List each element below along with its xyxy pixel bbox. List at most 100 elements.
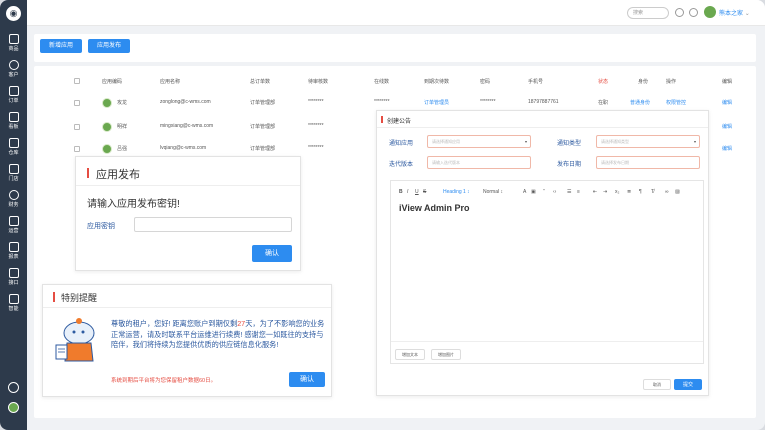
code-icon[interactable]: ‹›	[553, 189, 556, 195]
row-checkbox[interactable]	[74, 100, 80, 106]
date-label: 发布日期	[557, 162, 582, 168]
col-header: 待审核数	[308, 79, 329, 85]
sidebar-item-reports[interactable]: 报表	[0, 240, 27, 266]
board-icon	[8, 112, 19, 122]
chevron-down-icon: ⌄	[744, 11, 750, 17]
version-input[interactable]: 请输入迭代版本	[427, 156, 531, 169]
github-logo-icon[interactable]: ◉	[6, 6, 21, 21]
bold-icon[interactable]: B	[399, 189, 403, 195]
sidebar-item-finance[interactable]: 财务	[0, 188, 27, 214]
notice-dialog: 特别提醒 尊敬的租户，您好! 距离您账户到期仅剩27天，为了不影响您的业务正常运…	[42, 284, 332, 397]
select-all-checkbox[interactable]	[74, 78, 80, 84]
row-edit-link[interactable]: 编辑	[722, 145, 732, 152]
title-accent	[53, 292, 55, 302]
row-role[interactable]: 订单管理员	[424, 99, 449, 106]
size-select[interactable]: Normal ↕	[483, 189, 503, 195]
rich-text-editor: B I U S Heading 1 ↕ Normal ↕ A ▣ “ ‹› ☰ …	[390, 180, 704, 364]
clock-icon[interactable]	[689, 8, 698, 17]
row-checkbox[interactable]	[74, 124, 80, 130]
sidebar-item-store[interactable]: 门店	[0, 162, 27, 188]
divider	[76, 185, 300, 186]
sidebar-item-board[interactable]: 看板	[0, 110, 27, 136]
col-header: 操作	[666, 79, 677, 85]
row-identity[interactable]: 普通身份	[630, 99, 650, 106]
col-header: 总订单数	[250, 79, 271, 85]
heading-select[interactable]: Heading 1 ↕	[443, 189, 470, 195]
underline-icon[interactable]: U	[415, 189, 419, 195]
title-accent	[381, 116, 383, 123]
submit-button[interactable]: 提交	[674, 379, 702, 390]
user-icon	[8, 60, 19, 70]
user-menu[interactable]: 熊本之家 ⌄	[719, 8, 750, 17]
link-icon[interactable]: ∞	[665, 189, 669, 195]
col-header: 到期次待数	[424, 79, 450, 85]
col-header: 在线数	[374, 79, 390, 85]
row-edit-link[interactable]: 编辑	[722, 99, 732, 106]
italic-icon[interactable]: I	[407, 189, 408, 195]
date-picker[interactable]: 请选择发布日期	[596, 156, 700, 169]
store-icon	[8, 164, 19, 174]
highlight-icon[interactable]: ▣	[531, 189, 536, 195]
row-checkbox[interactable]	[74, 146, 80, 152]
add-text-button[interactable]: 增加文本	[395, 349, 425, 360]
new-app-button[interactable]: 新增应用	[40, 39, 82, 53]
add-image-button[interactable]: 增加图片	[431, 349, 461, 360]
direction-icon[interactable]: ¶	[639, 189, 642, 195]
notice-confirm-button[interactable]: 确认	[289, 372, 325, 387]
help-icon[interactable]	[675, 8, 684, 17]
notify-type-label: 通知类型	[557, 141, 582, 147]
col-header: 密码	[480, 79, 491, 85]
dialog-title: 应用发布	[96, 169, 140, 181]
row-avatar	[102, 144, 112, 154]
sidebar-item-warehouse[interactable]: 仓库	[0, 136, 27, 162]
row-permission-link[interactable]: 权限管控	[666, 99, 686, 106]
search-input[interactable]: 搜索	[627, 7, 669, 19]
row-code: 吕强	[117, 146, 128, 152]
gear-icon[interactable]	[8, 382, 19, 393]
indent-right-icon[interactable]: ⇥	[603, 189, 607, 195]
editor-content[interactable]: iView Admin Pro	[399, 203, 470, 213]
clear-format-icon[interactable]: T̸	[651, 189, 654, 195]
chart-icon	[8, 242, 19, 252]
row-dept: 订单管理部	[250, 124, 276, 130]
bullet-list-icon[interactable]: ≡	[577, 189, 580, 195]
smart-icon	[8, 294, 19, 304]
col-header: 应用名称	[160, 79, 181, 85]
row-avatar	[102, 122, 112, 132]
operations-icon	[8, 216, 19, 226]
cancel-button[interactable]: 取消	[643, 379, 671, 390]
sidebar-item-interface[interactable]: 接口	[0, 266, 27, 292]
font-color-icon[interactable]: A	[523, 189, 526, 195]
notify-type-select[interactable]: 请选择通知类型 ▾	[596, 135, 700, 148]
indent-left-icon[interactable]: ⇤	[593, 189, 597, 195]
sidebar-item-orders[interactable]: 订单	[0, 84, 27, 110]
col-header: 身份	[638, 79, 649, 85]
sidebar-item-smart[interactable]: 智能	[0, 292, 27, 318]
sidebar-avatar[interactable]	[8, 402, 19, 413]
finance-icon	[8, 190, 19, 200]
quote-icon[interactable]: “	[543, 189, 545, 195]
sidebar-item-customers[interactable]: 客户	[0, 58, 27, 84]
select-placeholder: 请选择通知类型	[601, 139, 629, 144]
col-header: 手机号	[528, 79, 544, 85]
publish-confirm-button[interactable]: 确认	[252, 245, 292, 262]
notice-warning: 系统到期后平台将为您保留租户数据60日。	[111, 378, 217, 384]
sidebar-item-goods[interactable]: 商品	[0, 32, 27, 58]
row-edit-link[interactable]: 编辑	[722, 123, 732, 130]
row-code: 明祥	[117, 124, 128, 130]
sidebar-item-operations[interactable]: 运营	[0, 214, 27, 240]
user-avatar[interactable]	[704, 6, 716, 18]
ordered-list-icon[interactable]: ☰	[567, 189, 571, 195]
interface-icon	[8, 268, 19, 278]
strike-icon[interactable]: S	[423, 189, 426, 195]
row-pending: ********	[308, 99, 324, 105]
notify-app-select[interactable]: 请选择通知应用 ▾	[427, 135, 531, 148]
image-icon[interactable]: ▨	[675, 189, 680, 195]
publish-app-button[interactable]: 应用发布	[88, 39, 130, 53]
align-icon[interactable]: ≣	[627, 189, 631, 195]
row-avatar	[102, 98, 112, 108]
divider	[377, 127, 708, 128]
app-key-input[interactable]	[134, 217, 292, 232]
app-window: ◉ 商品 客户 订单 看板 仓库 门店 财务 运营 报表 接口 智能 搜索 熊本…	[0, 0, 765, 430]
subscript-icon[interactable]: x₂	[615, 189, 619, 195]
